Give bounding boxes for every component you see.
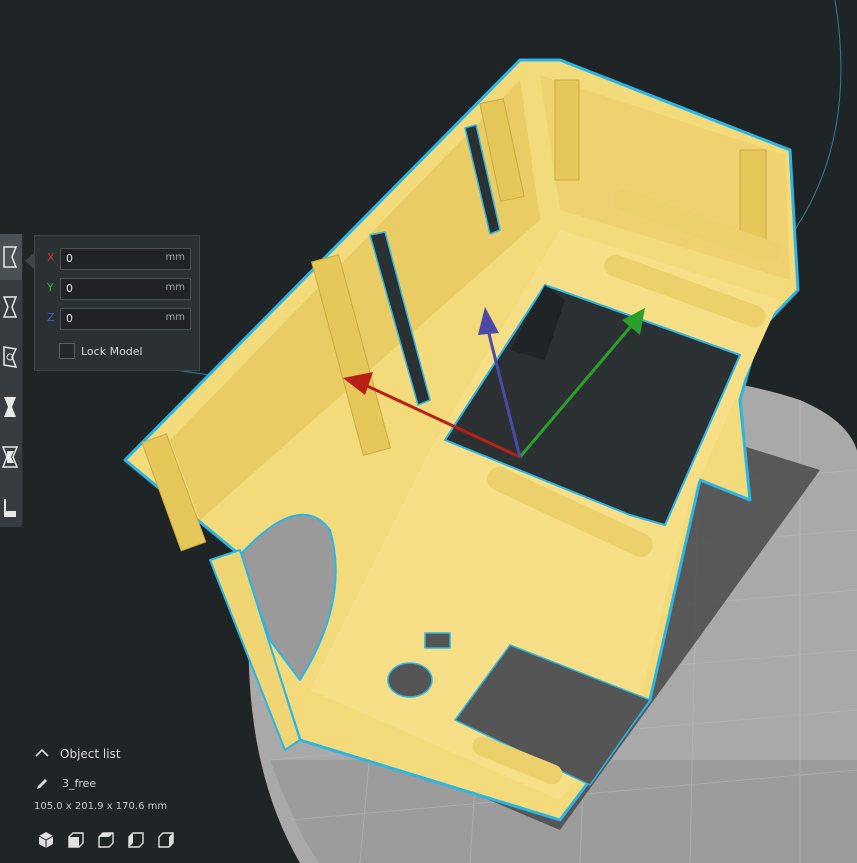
object-list-toggle[interactable]: Object list <box>32 744 232 764</box>
pencil-icon[interactable] <box>35 777 49 791</box>
3d-view-icon[interactable] <box>36 830 56 850</box>
lock-model-row[interactable]: Lock Model <box>59 343 189 361</box>
object-list-header: Object list <box>60 747 121 761</box>
move-tool-panel: X 0 mm Y 0 mm Z 0 mm Lock Model <box>34 235 200 371</box>
x-coordinate-row: X 0 mm <box>43 248 193 270</box>
x-value: 0 <box>66 252 73 265</box>
z-coordinate-row: Z 0 mm <box>43 308 193 330</box>
mirror-icon <box>4 397 16 417</box>
rotate-icon <box>3 346 18 368</box>
support-blocker-tool-button[interactable] <box>0 484 22 530</box>
rotate-tool-button[interactable] <box>0 334 22 380</box>
y-unit: mm <box>165 282 185 293</box>
object-filename: 3_free <box>62 777 97 790</box>
y-value: 0 <box>66 282 73 295</box>
chevron-up-icon <box>35 748 49 757</box>
z-unit: mm <box>165 312 185 323</box>
y-label: Y <box>47 281 54 294</box>
y-input[interactable]: 0 mm <box>60 278 191 300</box>
3d-viewport[interactable] <box>0 0 857 863</box>
panel-pointer <box>25 253 34 269</box>
object-name-row[interactable]: 3_free <box>32 774 232 794</box>
view-orientation-buttons <box>36 830 186 850</box>
scale-icon <box>2 296 18 318</box>
scale-tool-button[interactable] <box>0 284 22 330</box>
support-blocker-icon <box>4 499 16 517</box>
z-label: Z <box>47 311 55 324</box>
lock-model-checkbox[interactable] <box>59 343 75 359</box>
per-model-settings-tool-button[interactable] <box>0 434 22 480</box>
z-input[interactable]: 0 mm <box>60 308 191 330</box>
object-dimensions: 105.0 x 201.9 x 170.6 mm <box>34 801 168 812</box>
right-view-icon[interactable] <box>156 830 176 850</box>
z-value: 0 <box>66 312 73 325</box>
top-view-icon[interactable] <box>96 830 116 850</box>
move-icon <box>3 246 18 268</box>
tool-toolbar <box>0 234 23 527</box>
per-model-settings-icon <box>2 446 19 468</box>
front-view-icon[interactable] <box>66 830 86 850</box>
object-list-panel: Object list 3_free 105.0 x 201.9 x 170.6… <box>32 744 272 854</box>
lock-model-label: Lock Model <box>81 345 143 358</box>
left-view-icon[interactable] <box>126 830 146 850</box>
y-coordinate-row: Y 0 mm <box>43 278 193 300</box>
x-unit: mm <box>165 252 185 263</box>
x-label: X <box>47 251 55 264</box>
move-tool-button[interactable] <box>0 234 22 280</box>
x-input[interactable]: 0 mm <box>60 248 191 270</box>
mirror-tool-button[interactable] <box>0 384 22 430</box>
